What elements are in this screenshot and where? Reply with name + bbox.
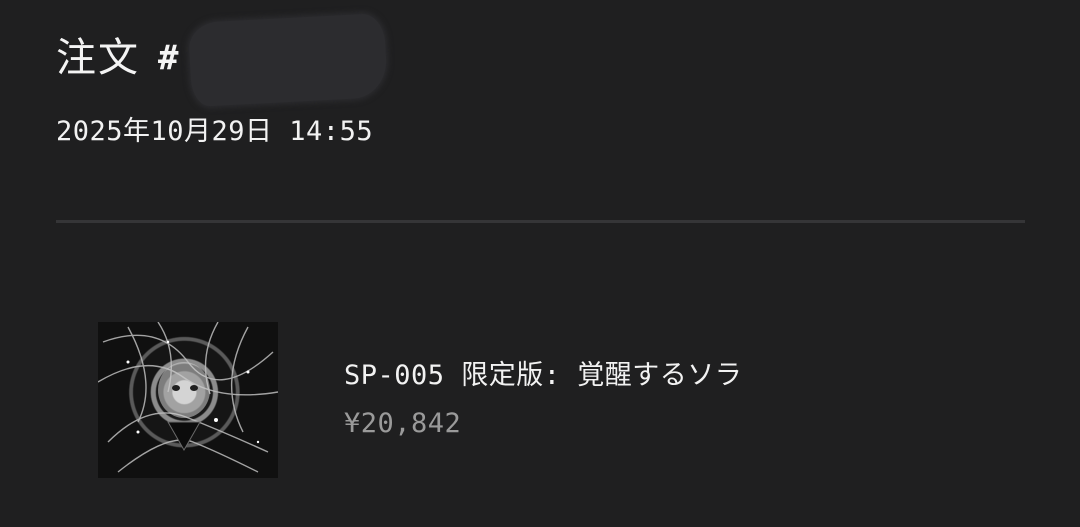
item-price: ¥20,842 xyxy=(344,408,462,439)
item-name[interactable]: SP-005 限定版: 覚醒するソラ xyxy=(344,356,742,396)
order-date: 2025年10月29日 14:55 xyxy=(56,116,374,147)
order-number-redaction xyxy=(187,12,389,108)
item-details: SP-005 限定版: 覚醒するソラ ¥20,842 xyxy=(344,356,742,444)
order-title: 注文 xyxy=(56,35,140,81)
product-thumbnail[interactable] xyxy=(98,322,278,478)
artwork-icon xyxy=(98,322,278,473)
divider xyxy=(56,220,1025,223)
order-hash: # xyxy=(158,38,179,78)
order-item[interactable]: SP-005 限定版: 覚醒するソラ ¥20,842 xyxy=(98,322,742,478)
order-header: 注文 # xyxy=(56,30,178,86)
